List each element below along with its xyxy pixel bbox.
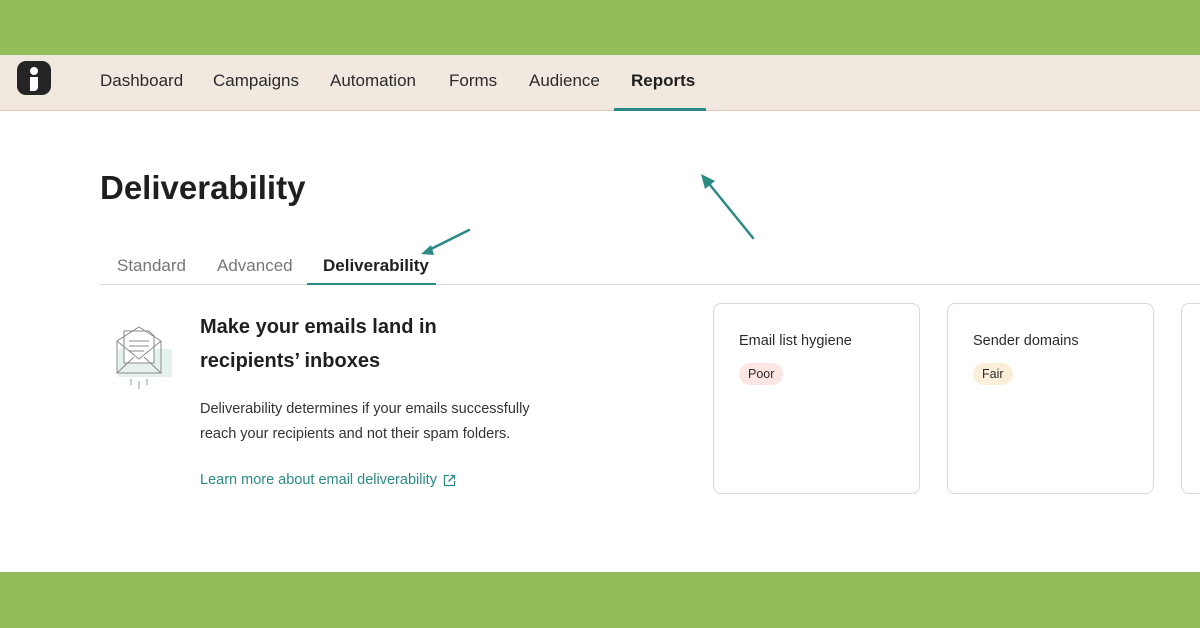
tab-advanced[interactable]: Advanced [217,256,293,276]
external-link-icon[interactable] [443,474,456,487]
nav-item-audience[interactable]: Audience [529,71,600,91]
intro-description: Deliverability determines if your emails… [200,401,530,442]
learn-more-link[interactable]: Learn more about email deliverability [200,472,456,488]
tabs-divider [100,284,1200,285]
intro-headline: Make your emails land in recipients’ inb… [200,316,437,372]
tab-standard[interactable]: Standard [117,256,186,276]
card-email-list-hygiene[interactable]: Email list hygiene Poor [713,303,920,494]
nav-item-automation[interactable]: Automation [330,71,416,91]
nav-item-forms[interactable]: Forms [449,71,497,91]
status-badge: Poor [739,363,784,385]
annotation-arrow-icon [421,228,471,255]
nav-item-dashboard[interactable]: Dashboard [100,71,183,91]
top-navigation: Dashboard Campaigns Automation Forms Aud… [0,55,1200,111]
card-sender-domains[interactable]: Sender domains Fair [947,303,1154,494]
card-title: Sender domains [973,333,1079,349]
nav-item-reports[interactable]: Reports [631,71,695,91]
learn-more-link-label[interactable]: Learn more about email deliverability [200,472,437,488]
status-badge: Fair [973,363,1013,385]
app-logo-icon[interactable] [17,61,51,95]
annotation-arrow-icon [701,174,755,240]
card-title: Email list hygiene [739,333,852,349]
tab-active-indicator [307,283,436,285]
tab-deliverability[interactable]: Deliverability [323,256,429,276]
page-title: Deliverability [100,169,306,206]
app-window: Dashboard Campaigns Automation Forms Aud… [0,55,1200,572]
envelope-illustration-icon [116,326,172,389]
card-partial[interactable] [1181,303,1200,494]
nav-item-campaigns[interactable]: Campaigns [213,71,299,91]
